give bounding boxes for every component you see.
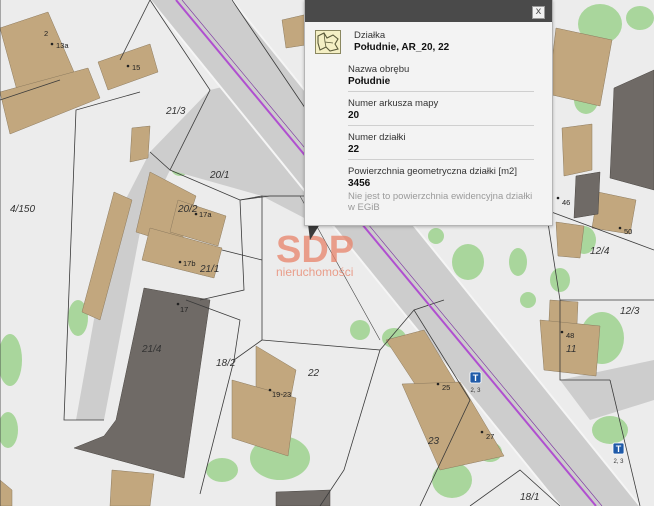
field-label: Numer arkusza mapy — [348, 98, 439, 109]
parcel-label[interactable]: 20/1 — [209, 170, 229, 181]
popup-titlebar[interactable]: x — [305, 0, 552, 22]
field-note: Nie jest to powierzchnia ewidencyjna dzi… — [348, 191, 533, 213]
stop-label: 2, 3 — [470, 388, 481, 394]
field-label: Numer działki — [348, 132, 406, 143]
field-divider — [348, 125, 534, 126]
stop-symbol: T — [473, 373, 479, 383]
field-geometric-area: Powierzchnia geometryczna działki [m2] 3… — [348, 166, 534, 213]
parcel-label[interactable]: 18/2 — [216, 358, 236, 369]
parcel-label[interactable]: 11 — [566, 344, 576, 355]
stop-label: 2, 3 — [613, 459, 624, 465]
field-value: 22 — [348, 144, 360, 155]
parcel-info-popup: x Działka Południe, AR_20, 22 Nazwa obrę… — [304, 0, 553, 226]
field-value: Południe — [348, 76, 391, 87]
parcel-label[interactable]: 12/4 — [590, 246, 610, 257]
popup-type-label: Działka — [354, 30, 386, 41]
field-label: Nazwa obrębu — [348, 64, 410, 75]
address-label: 17 — [180, 305, 188, 314]
stop-symbol: T — [616, 444, 622, 454]
address-label: 50 — [624, 227, 632, 236]
parcel-label[interactable]: 21/3 — [165, 106, 186, 117]
popup-pointer — [308, 224, 320, 240]
field-precinct-name: Nazwa obrębu Południe — [348, 64, 534, 87]
tram-stop-icon[interactable]: T 2, 3 — [469, 371, 482, 394]
field-label: Powierzchnia geometryczna działki [m2] — [348, 166, 517, 177]
parcel-label[interactable]: 18/1 — [520, 492, 539, 503]
address-label: 17b — [183, 259, 196, 268]
address-label: 46 — [562, 198, 570, 207]
parcel-label[interactable]: 12/3 — [620, 306, 640, 317]
address-label: 13a — [56, 41, 69, 50]
field-value: 3456 — [348, 178, 371, 189]
tram-stop-icon[interactable]: T 2, 3 — [612, 442, 625, 465]
parcel-label[interactable]: 21/1 — [199, 264, 219, 275]
address-label: 25 — [442, 383, 450, 392]
parcel-label[interactable]: 22 — [307, 368, 320, 379]
watermark-small: nieruchomości — [276, 265, 353, 279]
address-label: 19-23 — [272, 390, 291, 399]
address-label: 17a — [199, 210, 212, 219]
field-value: 20 — [348, 110, 360, 121]
field-parcel-number: Numer działki 22 — [348, 132, 534, 155]
parcel-label[interactable]: 4/150 — [10, 204, 35, 215]
address-label: 15 — [132, 63, 140, 72]
popup-parcel-name: Południe, AR_20, 22 — [354, 42, 450, 53]
field-map-sheet-number: Numer arkusza mapy 20 — [348, 98, 534, 121]
address-label: 48 — [566, 331, 574, 340]
close-icon[interactable]: x — [532, 6, 545, 19]
parcel-label[interactable]: 21/4 — [141, 344, 162, 355]
address-label: 27 — [486, 432, 494, 441]
parcel-label[interactable]: 20/2 — [177, 204, 198, 215]
field-divider — [348, 91, 534, 92]
address-label: 2 — [44, 29, 48, 38]
parcel-shape-icon — [315, 30, 341, 54]
popup-body: Działka Południe, AR_20, 22 Nazwa obrębu… — [305, 22, 552, 225]
field-divider — [348, 159, 534, 160]
parcel-label[interactable]: 23 — [427, 436, 440, 447]
